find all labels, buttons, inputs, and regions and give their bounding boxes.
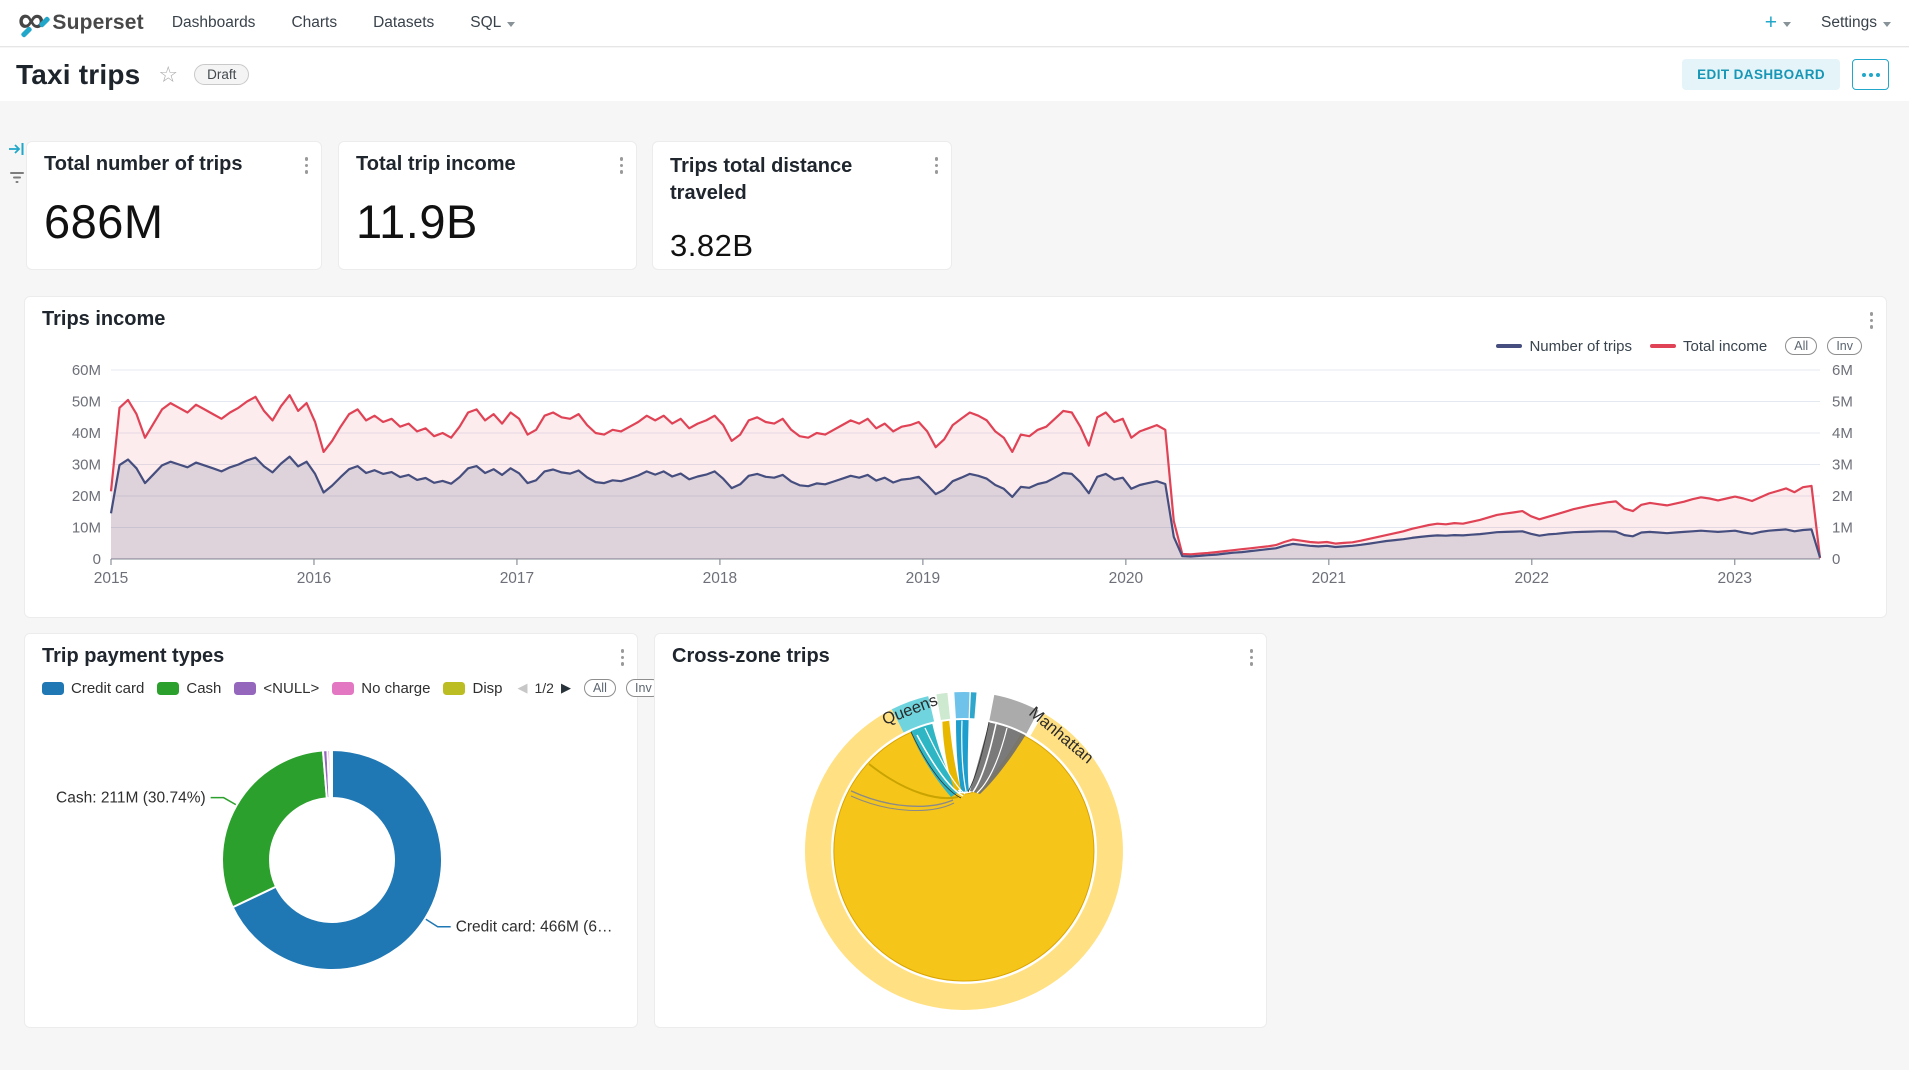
svg-text:2022: 2022 [1515, 570, 1549, 587]
kpi-card-trip-income: Total trip income 11.9B [338, 141, 637, 270]
more-options-button[interactable] [1852, 59, 1889, 90]
svg-text:Credit card: 466M (6…: Credit card: 466M (6… [456, 919, 613, 936]
svg-text:2019: 2019 [906, 570, 940, 587]
svg-text:0: 0 [93, 551, 101, 568]
svg-text:2018: 2018 [703, 570, 737, 587]
svg-text:6M: 6M [1832, 362, 1853, 379]
svg-text:20M: 20M [72, 488, 101, 505]
svg-text:3M: 3M [1832, 457, 1853, 474]
kpi-card-total-distance: Trips total distance traveled 3.82B [652, 141, 952, 270]
svg-text:5M: 5M [1832, 394, 1853, 411]
kpi-value: 686M [44, 194, 164, 249]
chevron-down-icon [1883, 22, 1891, 27]
svg-text:2023: 2023 [1718, 570, 1752, 587]
nav-datasets[interactable]: Datasets [373, 14, 434, 32]
dashboard-content: Total number of trips 686M Total trip in… [0, 101, 1909, 1070]
settings-menu[interactable]: Settings [1821, 14, 1891, 32]
nav-charts[interactable]: Charts [291, 14, 337, 32]
expand-filter-bar-icon[interactable] [8, 141, 26, 157]
payment-types-donut-chart[interactable]: Cash: 211M (30.74%) Credit card: 466M (6… [25, 634, 637, 1027]
svg-text:50M: 50M [72, 394, 101, 411]
chevron-down-icon [1783, 22, 1791, 27]
svg-text:10M: 10M [72, 520, 101, 537]
svg-text:0: 0 [1832, 551, 1840, 568]
svg-text:30M: 30M [72, 457, 101, 474]
svg-text:2017: 2017 [500, 570, 534, 587]
nav-sql[interactable]: SQL [470, 14, 515, 32]
nav-dashboards[interactable]: Dashboards [172, 14, 256, 32]
svg-text:2M: 2M [1832, 488, 1853, 505]
chevron-down-icon [507, 22, 515, 27]
kpi-card-total-trips: Total number of trips 686M [26, 141, 322, 270]
status-badge: Draft [194, 64, 249, 85]
svg-text:2016: 2016 [297, 570, 331, 587]
svg-text:Cash: 211M (30.74%): Cash: 211M (30.74%) [56, 790, 206, 807]
new-item-button[interactable]: + [1765, 16, 1791, 30]
trips-income-chart-card: Trips income Number of trips Total incom… [24, 296, 1887, 618]
svg-text:40M: 40M [72, 425, 101, 442]
superset-logo[interactable]: ∞ Superset [18, 11, 144, 35]
edit-dashboard-button[interactable]: EDIT DASHBOARD [1682, 59, 1840, 90]
kpi-value: 11.9B [356, 194, 478, 249]
kpi-title: Total trip income [356, 153, 516, 176]
top-navbar: ∞ Superset Dashboards Charts Datasets SQ… [0, 0, 1909, 47]
kebab-menu-icon[interactable] [302, 154, 312, 177]
kpi-title: Total number of trips [44, 153, 243, 176]
trips-income-line-chart[interactable]: 0 0 10M 1M 20M 2M 30M 3M 40M 4M 50M 5M 60M 6M 2015 2016… [25, 297, 1886, 617]
kpi-value: 3.82B [670, 228, 754, 264]
kebab-menu-icon[interactable] [932, 154, 942, 177]
dashboard-header: Taxi trips ☆ Draft EDIT DASHBOARD [0, 48, 1909, 101]
brand-name: Superset [52, 11, 143, 35]
svg-text:2015: 2015 [94, 570, 128, 587]
kpi-title: Trips total distance traveled [670, 153, 911, 207]
svg-text:2021: 2021 [1312, 570, 1346, 587]
infinity-logo-icon: ∞ [18, 10, 44, 30]
filter-funnel-icon[interactable] [9, 171, 25, 186]
svg-text:4M: 4M [1832, 425, 1853, 442]
superset-dashboard: ∞ Superset Dashboards Charts Datasets SQ… [0, 0, 1909, 1070]
cross-zone-chord-chart[interactable]: QueensManhattan [655, 634, 1266, 1027]
favorite-star-icon[interactable]: ☆ [158, 65, 178, 85]
kebab-menu-icon[interactable] [617, 154, 627, 177]
cross-zone-trips-card: Cross-zone trips QueensManhattan [654, 633, 1267, 1028]
page-title: Taxi trips [16, 59, 140, 91]
svg-text:1M: 1M [1832, 520, 1853, 537]
svg-text:60M: 60M [72, 362, 101, 379]
svg-text:2020: 2020 [1109, 570, 1144, 587]
trip-payment-types-card: Trip payment types Credit card Cash <NUL… [24, 633, 638, 1028]
